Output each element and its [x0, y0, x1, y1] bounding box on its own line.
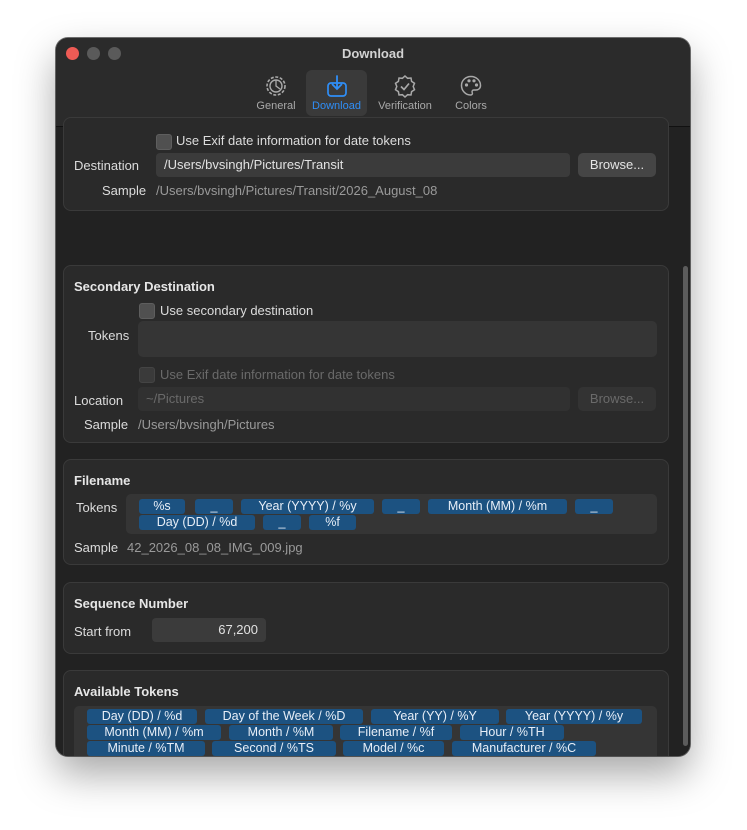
secondary-exif-label: Use Exif date information for date token…: [160, 367, 395, 382]
available-token[interactable]: Year (YY) / %Y: [371, 709, 499, 724]
secondary-tokens-field[interactable]: [138, 321, 657, 357]
filename-token[interactable]: %s: [139, 499, 185, 514]
tab-general[interactable]: General: [255, 70, 297, 116]
download-icon: [326, 75, 347, 97]
window-title: Download: [341, 46, 405, 61]
preferences-window: Download General Download Verification C…: [56, 38, 690, 756]
filename-tokens-label: Tokens: [76, 500, 118, 515]
available-tokens-field: Day (DD) / %d Day of the Week / %D Year …: [74, 706, 657, 756]
primary-destination-group: Use Exif date information for date token…: [63, 117, 669, 211]
destination-label: Destination: [74, 158, 140, 173]
sequence-number-title: Sequence Number: [74, 596, 189, 611]
available-token[interactable]: Month (MM) / %m: [87, 725, 221, 740]
available-token[interactable]: Minute / %TM: [87, 741, 205, 756]
use-secondary-label: Use secondary destination: [160, 303, 314, 318]
primary-exif-checkbox[interactable]: [156, 134, 172, 150]
secondary-tokens-label: Tokens: [88, 328, 130, 343]
available-token[interactable]: Day (DD) / %d: [87, 709, 197, 724]
available-tokens-group: Available Tokens Day (DD) / %d Day of th…: [63, 670, 669, 756]
tab-general-label: General: [256, 100, 296, 112]
available-token[interactable]: Manufacturer / %C: [452, 741, 596, 756]
filename-token[interactable]: _: [195, 499, 233, 514]
palette-icon: [460, 75, 482, 96]
destination-browse-button[interactable]: Browse...: [578, 153, 656, 177]
available-token[interactable]: Month / %M: [229, 725, 333, 740]
secondary-sample-label: Sample: [84, 417, 129, 432]
filename-group: Filename Tokens %s _ Year (YYYY) / %y _ …: [63, 459, 669, 565]
available-token[interactable]: Year (YYYY) / %y: [506, 709, 642, 724]
tab-colors-label: Colors: [455, 100, 487, 112]
filename-token[interactable]: _: [575, 499, 613, 514]
filename-token[interactable]: Day (DD) / %d: [139, 515, 255, 530]
location-browse-button[interactable]: Browse...: [578, 387, 656, 411]
start-from-field[interactable]: 67,200: [152, 618, 266, 642]
tab-download[interactable]: Download: [306, 70, 367, 116]
filename-sample-value: 42_2026_08_08_IMG_009.jpg: [127, 540, 303, 555]
sequence-number-group: Sequence Number Start from 67,200: [63, 582, 669, 654]
preferences-content: Use Exif date information for date token…: [56, 117, 690, 756]
available-token[interactable]: Filename / %f: [340, 725, 452, 740]
title-bar: Download General Download Verification C…: [56, 38, 690, 127]
location-label: Location: [74, 393, 124, 408]
vertical-scrollbar[interactable]: [683, 266, 688, 746]
tab-colors[interactable]: Colors: [449, 70, 493, 116]
available-token[interactable]: Day of the Week / %D: [205, 709, 363, 724]
start-from-label: Start from: [74, 624, 132, 639]
destination-path-field[interactable]: /Users/bvsingh/Pictures/Transit: [156, 153, 570, 177]
filename-token[interactable]: Year (YYYY) / %y: [241, 499, 374, 514]
location-path-field[interactable]: ~/Pictures: [138, 387, 570, 411]
verification-badge-icon: [394, 74, 416, 98]
filename-token[interactable]: _: [263, 515, 301, 530]
tab-verification[interactable]: Verification: [373, 70, 437, 116]
use-secondary-checkbox[interactable]: [139, 303, 155, 319]
secondary-exif-checkbox[interactable]: [139, 367, 155, 383]
available-token[interactable]: Hour / %TH: [460, 725, 564, 740]
filename-token[interactable]: %f: [309, 515, 356, 530]
filename-token[interactable]: _: [382, 499, 420, 514]
filename-title: Filename: [74, 473, 131, 488]
secondary-destination-title: Secondary Destination: [74, 279, 215, 294]
tab-download-label: Download: [312, 100, 361, 112]
gear-icon: [266, 76, 286, 96]
filename-sample-label: Sample: [74, 540, 119, 555]
primary-sample-value: /Users/bvsingh/Pictures/Transit/2026_Aug…: [156, 183, 438, 198]
filename-tokens-field[interactable]: %s _ Year (YYYY) / %y _ Month (MM) / %m …: [126, 494, 657, 534]
primary-exif-label: Use Exif date information for date token…: [176, 133, 411, 148]
primary-sample-label: Sample: [102, 183, 147, 198]
secondary-sample-value: /Users/bvsingh/Pictures: [138, 417, 275, 432]
available-tokens-title: Available Tokens: [74, 684, 179, 699]
tab-verification-label: Verification: [378, 100, 432, 112]
available-token[interactable]: Model / %c: [343, 741, 444, 756]
secondary-destination-group: Secondary Destination Use secondary dest…: [63, 265, 669, 443]
available-token[interactable]: Second / %TS: [212, 741, 336, 756]
filename-token[interactable]: Month (MM) / %m: [428, 499, 567, 514]
